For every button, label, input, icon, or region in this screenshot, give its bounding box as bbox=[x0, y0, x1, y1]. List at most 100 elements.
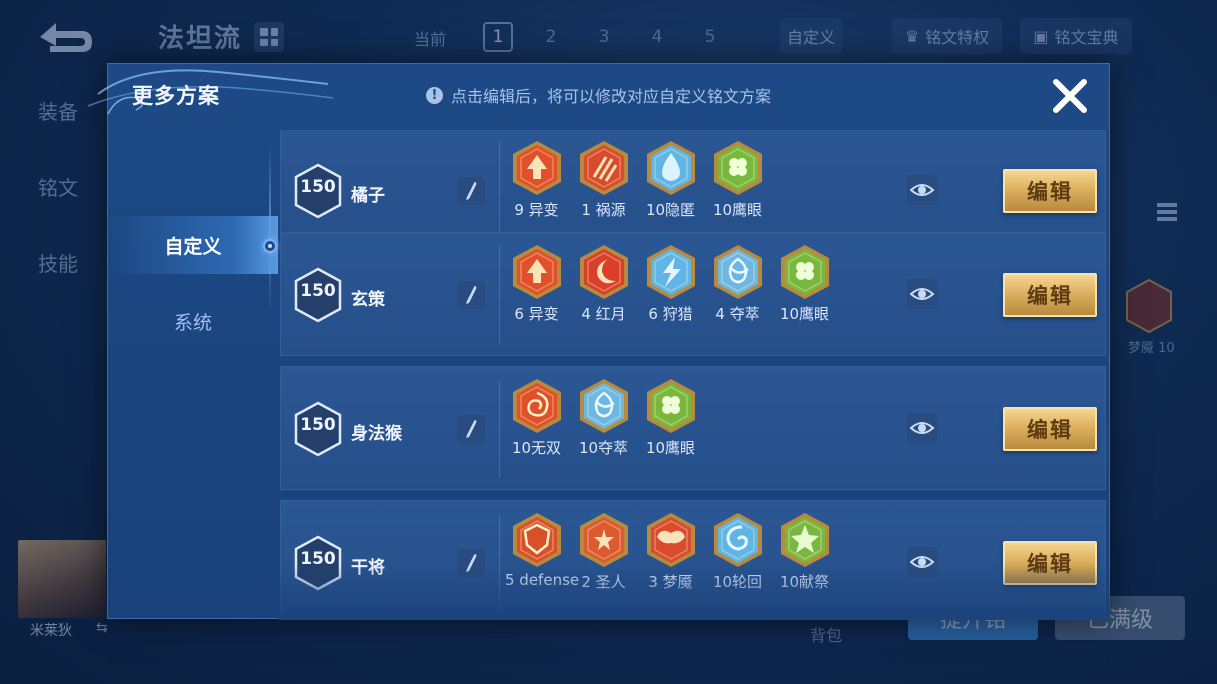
rune-label: 4 红月 bbox=[581, 305, 626, 323]
plan-row: 150 身法猴 10无双 10夺萃 10鹰眼 编辑 bbox=[280, 366, 1106, 490]
bg-side-tab-skills[interactable]: 技能 bbox=[38, 248, 78, 277]
rune-arrow-icon bbox=[513, 141, 561, 195]
rune-item[interactable]: 10鹰眼 bbox=[639, 375, 702, 485]
background-rune-label: 梦魇 10 bbox=[1128, 341, 1175, 356]
info-icon: ! bbox=[426, 86, 443, 104]
bg-side-tab-runes[interactable]: 铭文 bbox=[38, 172, 78, 201]
edit-button[interactable]: 编辑 bbox=[1003, 541, 1097, 585]
plan-category-sidebar: 自定义 系统 bbox=[108, 128, 278, 620]
rune-label: 10鹰眼 bbox=[712, 201, 763, 219]
bg-side-tab-equipment[interactable]: 装备 bbox=[38, 96, 78, 125]
page-tab-2[interactable]: 2 bbox=[536, 22, 566, 52]
rune-flower-icon bbox=[580, 513, 628, 567]
plan-list[interactable]: 150 橘子 9 异变 1 祸源 10隐匿 10鹰眼 编辑 150 玄策 6 异… bbox=[278, 130, 1108, 620]
background-rune-icon bbox=[1126, 278, 1172, 334]
rune-arrow-icon bbox=[513, 245, 561, 299]
rename-pen-icon[interactable] bbox=[457, 281, 485, 309]
rune-label: 10夺萃 bbox=[578, 439, 629, 457]
rune-item[interactable]: 10无双 bbox=[505, 375, 568, 485]
row-divider bbox=[499, 143, 500, 239]
book-icon: ▣ bbox=[1033, 26, 1049, 46]
rune-label: 10献祭 bbox=[779, 573, 830, 591]
bag-label[interactable]: 背包 bbox=[810, 622, 842, 646]
rune-item[interactable]: 10鹰眼 bbox=[773, 241, 836, 351]
page-tab-3[interactable]: 3 bbox=[589, 22, 619, 52]
rune-label: 10鹰眼 bbox=[779, 305, 830, 323]
swap-icon[interactable]: ⇆ bbox=[96, 620, 108, 636]
rune-item[interactable]: 6 狩猎 bbox=[639, 241, 702, 351]
rune-item[interactable]: 4 夺萃 bbox=[706, 241, 769, 351]
custom-button[interactable]: 自定义 bbox=[780, 18, 842, 54]
preview-eye-icon[interactable] bbox=[907, 413, 937, 443]
rune-item[interactable]: 10鹰眼 bbox=[706, 137, 769, 247]
page-tab-4[interactable]: 4 bbox=[642, 22, 672, 52]
rune-drop-icon bbox=[647, 141, 695, 195]
close-icon[interactable] bbox=[1048, 74, 1092, 118]
codex-button[interactable]: ▣ 铭文宝典 bbox=[1020, 18, 1132, 54]
rune-set: 6 异变 4 红月 6 狩猎 4 夺萃 10鹰眼 bbox=[505, 241, 836, 351]
rune-item[interactable]: 5 defense bbox=[505, 509, 579, 619]
privilege-label: 铭文特权 bbox=[925, 28, 990, 47]
rune-wings-icon bbox=[647, 513, 695, 567]
hero-avatar[interactable] bbox=[18, 540, 106, 618]
active-tab-indicator bbox=[263, 239, 277, 253]
background-title: 法坦流 bbox=[158, 24, 243, 54]
tab-custom[interactable]: 自定义 bbox=[108, 216, 278, 274]
rename-pen-icon[interactable] bbox=[457, 549, 485, 577]
rune-item[interactable]: 3 梦魇 bbox=[639, 509, 702, 619]
rune-label: 4 夺萃 bbox=[715, 305, 760, 323]
rune-item[interactable]: 1 祸源 bbox=[572, 137, 635, 247]
rune-knot-icon bbox=[580, 379, 628, 433]
rune-item[interactable]: 10夺萃 bbox=[572, 375, 635, 485]
row-divider bbox=[499, 381, 500, 477]
rune-item[interactable]: 10轮回 bbox=[706, 509, 769, 619]
menu-icon[interactable] bbox=[1153, 198, 1181, 226]
rune-item[interactable]: 6 异变 bbox=[505, 241, 568, 351]
preview-eye-icon[interactable] bbox=[907, 279, 937, 309]
preview-eye-icon[interactable] bbox=[907, 175, 937, 205]
rune-label: 6 异变 bbox=[514, 305, 559, 323]
rune-claw-icon bbox=[580, 141, 628, 195]
plan-level: 150 bbox=[300, 177, 336, 197]
rune-label: 10隐匿 bbox=[645, 201, 696, 219]
rename-pen-icon[interactable] bbox=[457, 177, 485, 205]
rune-item[interactable]: 10献祭 bbox=[773, 509, 836, 619]
rune-set: 5 defense 2 圣人 3 梦魇 10轮回 10献祭 bbox=[505, 509, 836, 619]
rune-item[interactable]: 10隐匿 bbox=[639, 137, 702, 247]
plan-name: 干将 bbox=[351, 558, 385, 578]
edit-button[interactable]: 编辑 bbox=[1003, 273, 1097, 317]
rune-label: 9 异变 bbox=[514, 201, 559, 219]
edit-hint-text: 点击编辑后，将可以修改对应自定义铭文方案 bbox=[451, 87, 772, 106]
current-label: 当前 bbox=[414, 30, 447, 49]
back-arrow-icon[interactable] bbox=[30, 18, 96, 56]
rune-label: 3 梦魇 bbox=[648, 573, 693, 591]
more-plans-dialog: 更多方案 ! 点击编辑后，将可以修改对应自定义铭文方案 自定义 系统 150 橘… bbox=[87, 63, 1110, 620]
row-divider bbox=[499, 515, 500, 611]
plan-level: 150 bbox=[300, 549, 336, 569]
plan-row: 150 玄策 6 异变 4 红月 6 狩猎 4 夺萃 10鹰眼 编辑 bbox=[280, 232, 1106, 356]
rune-spiral-icon bbox=[714, 513, 762, 567]
privilege-button[interactable]: ♛ 铭文特权 bbox=[892, 18, 1002, 54]
rune-swirl-icon bbox=[513, 379, 561, 433]
edit-button[interactable]: 编辑 bbox=[1003, 169, 1097, 213]
rune-shield-icon bbox=[513, 513, 561, 567]
page-tab-5[interactable]: 5 bbox=[695, 22, 725, 52]
rune-moon-icon bbox=[580, 245, 628, 299]
rune-item[interactable]: 4 红月 bbox=[572, 241, 635, 351]
page-tab-1[interactable]: 1 bbox=[483, 22, 513, 52]
plan-level: 150 bbox=[300, 415, 336, 435]
hero-name: 米莱狄 bbox=[30, 623, 72, 639]
rune-label: 6 狩猎 bbox=[648, 305, 693, 323]
edit-hint: ! 点击编辑后，将可以修改对应自定义铭文方案 bbox=[426, 83, 771, 107]
tab-system[interactable]: 系统 bbox=[108, 292, 278, 350]
preview-eye-icon[interactable] bbox=[907, 547, 937, 577]
rune-item[interactable]: 9 异变 bbox=[505, 137, 568, 247]
rune-label: 10无双 bbox=[511, 439, 562, 457]
plan-name: 橘子 bbox=[351, 186, 385, 206]
edit-button[interactable]: 编辑 bbox=[1003, 407, 1097, 451]
grid-icon[interactable] bbox=[254, 22, 284, 52]
rune-label: 10鹰眼 bbox=[645, 439, 696, 457]
dialog-title: 更多方案 bbox=[132, 84, 220, 108]
rename-pen-icon[interactable] bbox=[457, 415, 485, 443]
rune-item[interactable]: 2 圣人 bbox=[572, 509, 635, 619]
